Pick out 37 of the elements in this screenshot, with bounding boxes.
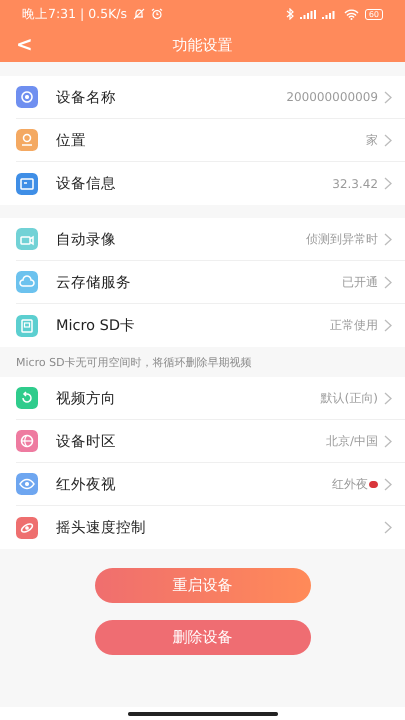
- chevron-right-icon: [384, 134, 392, 146]
- chevron-right-icon: [384, 434, 392, 448]
- row-label: 视频方向: [56, 390, 117, 408]
- chevron-right-icon: [384, 177, 392, 190]
- chevron-right-icon: [384, 478, 392, 490]
- row-label: Micro SD卡: [56, 317, 136, 335]
- row-label: 设备时区: [56, 432, 117, 450]
- chevron-right-icon: [384, 276, 392, 288]
- row-value: 侦测到异常时: [306, 230, 378, 248]
- chevron-right-icon: [384, 232, 392, 246]
- chevron-right-icon: [384, 392, 392, 404]
- row-value: 默认(正向): [320, 390, 378, 406]
- row-value: 已开通: [342, 274, 378, 290]
- chevron-right-icon: [384, 90, 392, 104]
- chevron-right-icon: [384, 521, 392, 534]
- row-value: 32.3.42: [332, 176, 378, 190]
- page-title: 功能设置: [172, 36, 232, 54]
- battery-level: 60: [364, 8, 383, 20]
- row-value: 家: [366, 132, 378, 148]
- signal-icon: [300, 8, 316, 20]
- bluetooth-icon: [286, 8, 294, 20]
- row-value: 200000000009: [286, 90, 378, 104]
- bell-off-icon: [133, 8, 146, 20]
- row-label: 位置: [56, 132, 87, 150]
- row-label: 摇头速度控制: [56, 518, 147, 537]
- row-label: 红外夜视: [56, 476, 117, 494]
- row-value: 红外夜: [332, 476, 368, 492]
- row-label: 云存储服务: [56, 274, 132, 292]
- alarm-icon: [151, 8, 164, 20]
- row-value: 北京/中国: [326, 432, 378, 450]
- row-label: 自动录像: [56, 230, 117, 248]
- status-time: 晚上7:31 | 0.5K/s: [22, 6, 128, 22]
- wifi-icon: [344, 8, 359, 20]
- row-value: 正常使用: [330, 317, 378, 334]
- row-label: 设备信息: [56, 175, 117, 193]
- row-label: 设备名称: [56, 88, 117, 106]
- chevron-right-icon: [384, 319, 392, 332]
